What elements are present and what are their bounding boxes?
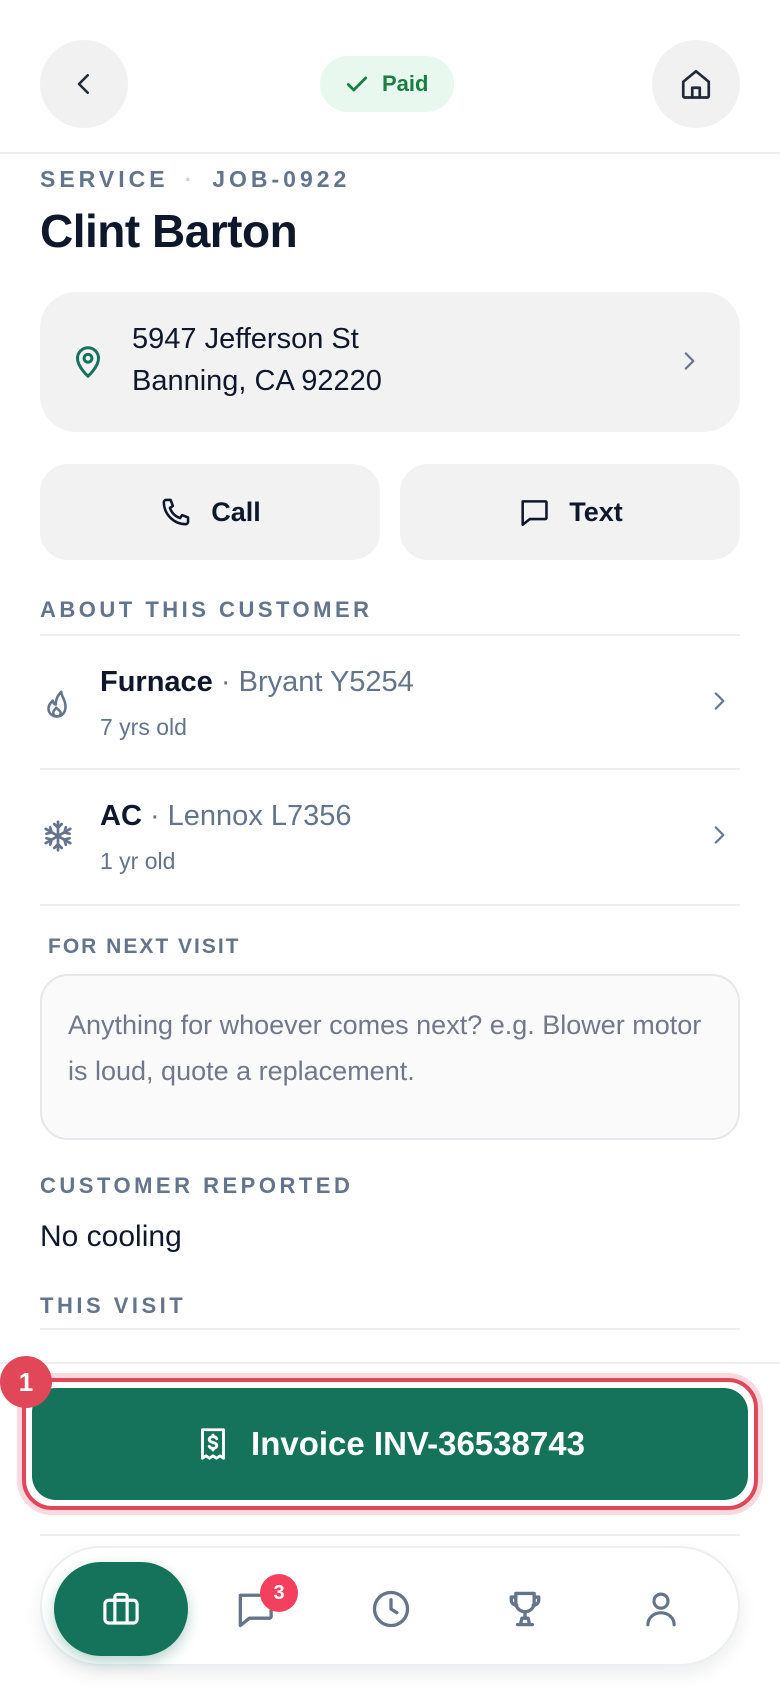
messages-count-badge: 3: [260, 1574, 298, 1612]
equipment-age: 7 yrs old: [100, 714, 187, 740]
trophy-icon: [509, 1591, 541, 1627]
phone-icon: [162, 498, 190, 526]
nav-item-history[interactable]: [324, 1562, 458, 1656]
flame-icon: [47, 690, 67, 718]
this-visit-label: THIS VISIT: [40, 1293, 187, 1318]
address-lines: 5947 Jefferson St Banning, CA 92220: [132, 318, 382, 402]
address-line-2: Banning, CA 92220: [132, 365, 382, 397]
address-line-1: 5947 Jefferson St: [132, 323, 359, 355]
job-eyebrow: SERVICE · JOB-0922: [40, 166, 350, 193]
next-visit-notes-field[interactable]: [40, 974, 740, 1140]
status-badge: Paid: [320, 56, 455, 112]
job-id: JOB-0922: [212, 166, 351, 192]
receipt-icon: [201, 1428, 225, 1460]
home-button[interactable]: [652, 40, 740, 128]
equipment-age: 1 yr old: [100, 848, 176, 874]
next-visit-label: FOR NEXT VISIT: [48, 935, 241, 958]
equipment-title: Furnace · Bryant Y5254: [100, 666, 414, 699]
message-icon: [521, 500, 548, 527]
check-icon: [346, 76, 368, 92]
divider: [40, 904, 740, 906]
next-visit-notes-input[interactable]: [42, 976, 738, 1138]
customer-reported-label: CUSTOMER REPORTED: [40, 1173, 354, 1198]
nav-item-messages[interactable]: 3: [188, 1562, 322, 1656]
top-bar: Paid: [0, 0, 780, 154]
about-section-label: ABOUT THIS CUSTOMER: [40, 597, 373, 622]
chevron-right-icon: [714, 826, 725, 844]
map-pin-icon: [76, 346, 100, 378]
equipment-title: AC · Lennox L7356: [100, 800, 352, 833]
call-button[interactable]: Call: [40, 464, 380, 560]
call-label: Call: [211, 496, 261, 527]
text-button[interactable]: Text: [400, 464, 740, 560]
chevron-right-icon: [714, 692, 725, 710]
eyebrow-separator: ·: [184, 166, 197, 192]
address-card[interactable]: 5947 Jefferson St Banning, CA 92220: [40, 292, 740, 432]
chevron-right-icon: [684, 352, 695, 370]
equipment-separator: ·: [141, 800, 168, 832]
person-icon: [646, 1592, 676, 1627]
equipment-row-ac[interactable]: AC · Lennox L7356 1 yr old: [40, 770, 740, 904]
invoice-button[interactable]: Invoice INV-36538743: [32, 1388, 748, 1500]
bottom-nav: 3: [40, 1546, 740, 1666]
job-type: SERVICE: [40, 166, 169, 192]
equipment-row-furnace[interactable]: Furnace · Bryant Y5254 7 yrs old: [40, 636, 740, 770]
action-area-separator: [0, 1362, 780, 1364]
nav-item-jobs[interactable]: [54, 1562, 188, 1656]
clock-icon: [372, 1590, 410, 1628]
chevron-left-icon: [77, 74, 89, 94]
equipment-name: Furnace: [100, 666, 213, 698]
equipment-name: AC: [100, 800, 142, 832]
customer-name: Clint Barton: [40, 205, 298, 257]
equipment-separator: ·: [212, 666, 239, 698]
customer-reported-value: No cooling: [40, 1220, 182, 1253]
home-icon: [681, 69, 711, 99]
briefcase-icon: [103, 1592, 139, 1625]
step-number-badge: 1: [0, 1356, 52, 1408]
nav-item-leaderboard[interactable]: [458, 1562, 592, 1656]
nav-separator: [40, 1534, 740, 1536]
back-button[interactable]: [40, 40, 128, 128]
equipment-model: Bryant Y5254: [238, 666, 414, 698]
nav-item-profile[interactable]: [594, 1562, 728, 1656]
invoice-label: Invoice INV-36538743: [251, 1425, 585, 1462]
equipment-model: Lennox L7356: [167, 800, 352, 832]
snowflake-icon: [44, 820, 72, 852]
status-label: Paid: [382, 71, 429, 96]
text-label: Text: [569, 496, 623, 527]
divider: [40, 1328, 740, 1330]
